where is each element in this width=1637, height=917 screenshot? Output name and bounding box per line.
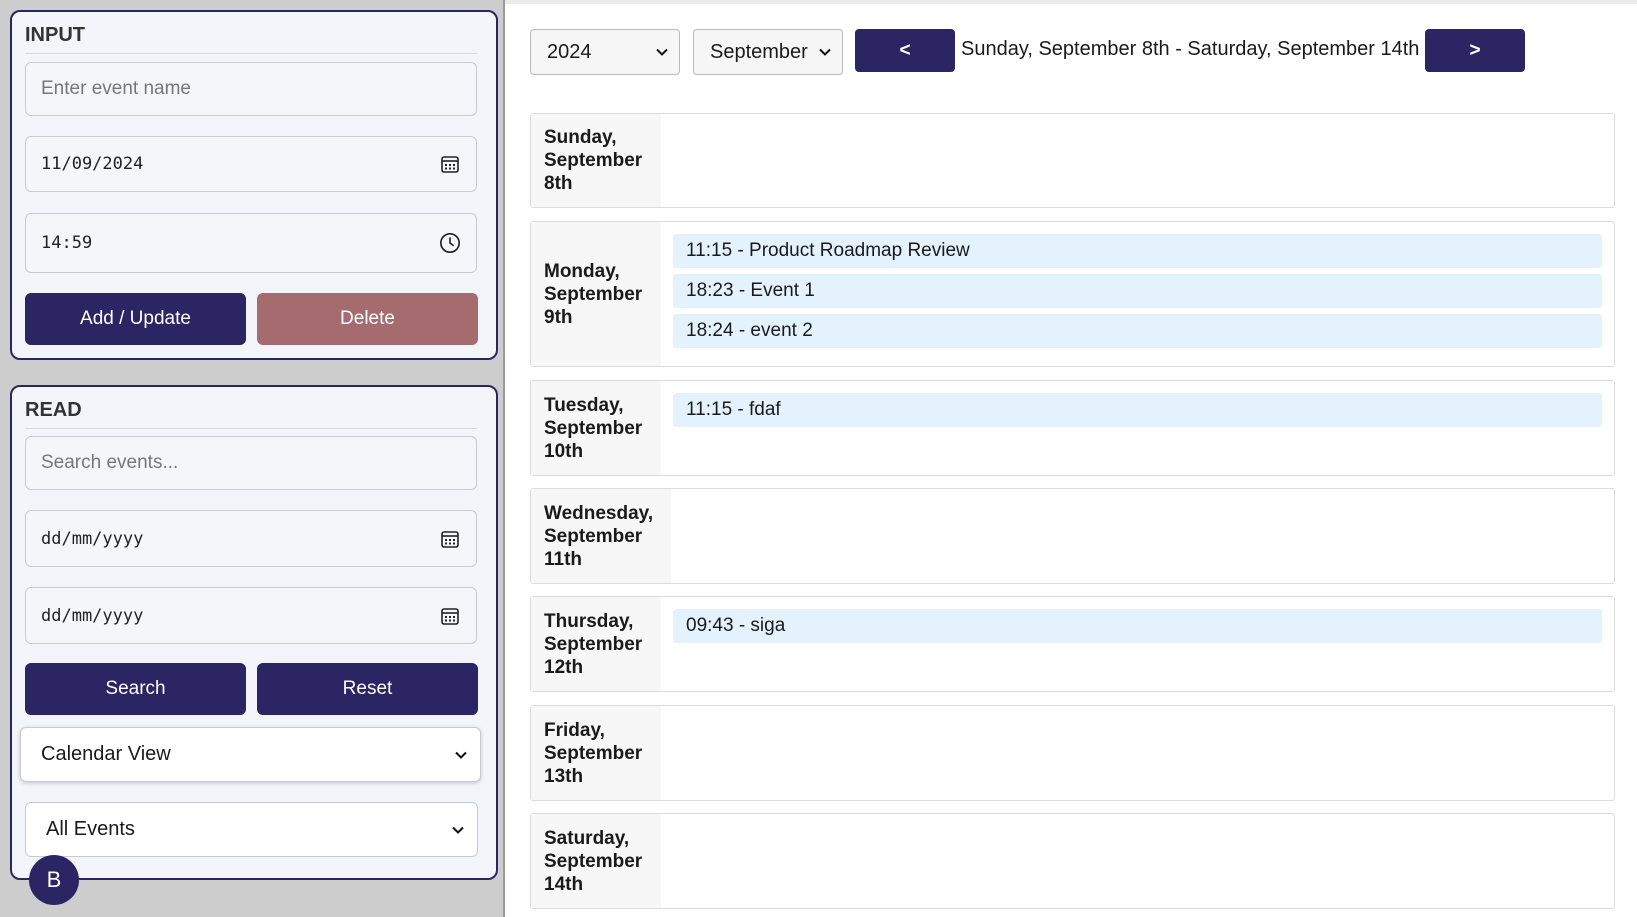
event-item[interactable]: 18:24 - event 2	[673, 314, 1602, 348]
day-label-line: Thursday,	[544, 610, 634, 632]
calendar-icon[interactable]	[439, 605, 461, 627]
input-panel-title: INPUT	[25, 24, 477, 54]
search-events-placeholder: Search events...	[41, 452, 179, 473]
event-time-value: 14:59	[41, 233, 93, 253]
day-label-line: 8th	[544, 173, 573, 194]
event-date-input[interactable]: 11/09/2024	[25, 136, 477, 192]
event-item[interactable]: 11:15 - Product Roadmap Review	[673, 234, 1602, 268]
event-name-placeholder: Enter event name	[41, 78, 191, 99]
day-label: Friday, September 13th	[531, 706, 661, 800]
day-row-monday: Monday, September 9th 11:15 - Product Ro…	[530, 221, 1615, 367]
day-label-line: Tuesday,	[544, 394, 624, 416]
chevron-down-icon	[656, 48, 668, 56]
top-divider	[505, 0, 1637, 4]
chevron-down-icon	[819, 48, 831, 56]
from-date-input[interactable]: dd/mm/yyyy	[25, 510, 477, 567]
event-item[interactable]: 09:43 - siga	[673, 609, 1602, 643]
to-date-placeholder: dd/mm/yyyy	[41, 605, 144, 626]
day-label-line: Wednesday,	[544, 502, 654, 524]
day-label-line: 14th	[544, 873, 584, 895]
month-select-value: September	[710, 40, 808, 63]
sidebar: INPUT Enter event name 11/09/2024 14:59 …	[0, 0, 505, 917]
day-label: Wednesday, September 11th	[531, 489, 671, 583]
year-select-value: 2024	[547, 40, 592, 63]
reset-button[interactable]: Reset	[257, 663, 478, 715]
day-label-line: 11th	[544, 548, 583, 570]
day-label-line: 10th	[544, 440, 584, 462]
prev-week-button[interactable]: <	[855, 29, 955, 72]
day-label-line: September	[544, 525, 643, 547]
day-label: Monday, September 9th	[531, 222, 661, 366]
day-label-line: Saturday,	[544, 827, 630, 849]
day-label: Saturday, September 14th	[531, 814, 661, 908]
day-row-thursday: Thursday, September 12th 09:43 - siga	[530, 596, 1615, 692]
week-range-label: Sunday, September 8th - Saturday, Septem…	[961, 38, 1420, 60]
event-list: 11:15 - fdaf	[673, 393, 1602, 433]
delete-button[interactable]: Delete	[257, 293, 478, 345]
filter-select[interactable]: All Events	[25, 802, 478, 857]
day-row-sunday: Sunday, September 8th	[530, 113, 1615, 208]
day-label-line: 13th	[544, 765, 584, 787]
day-label-line: September	[544, 850, 643, 872]
avatar[interactable]: B	[29, 855, 79, 905]
day-label-line: September	[544, 150, 643, 171]
read-panel: READ Search events... dd/mm/yyyy dd/mm/y…	[10, 385, 498, 880]
day-row-tuesday: Tuesday, September 10th 11:15 - fdaf	[530, 380, 1615, 476]
clock-icon[interactable]	[439, 232, 461, 254]
add-update-button[interactable]: Add / Update	[25, 293, 246, 345]
chevron-down-icon	[452, 826, 464, 834]
day-label-line: September	[544, 742, 643, 764]
event-list: 11:15 - Product Roadmap Review 18:23 - E…	[673, 234, 1602, 354]
chevron-down-icon	[455, 751, 467, 759]
event-item[interactable]: 18:23 - Event 1	[673, 274, 1602, 308]
search-events-input[interactable]: Search events...	[25, 436, 477, 490]
event-time-input[interactable]: 14:59	[25, 213, 477, 273]
filter-select-value: All Events	[46, 818, 135, 840]
year-select[interactable]: 2024	[530, 29, 680, 75]
to-date-input[interactable]: dd/mm/yyyy	[25, 587, 477, 644]
next-week-button[interactable]: >	[1425, 29, 1525, 72]
day-label-line: 9th	[544, 306, 573, 328]
day-label-line: 12th	[544, 656, 584, 678]
read-panel-title: READ	[25, 399, 477, 429]
event-name-input[interactable]: Enter event name	[25, 62, 477, 116]
day-row-friday: Friday, September 13th	[530, 705, 1615, 801]
view-select-value: Calendar View	[41, 743, 171, 765]
day-label: Thursday, September 12th	[531, 597, 661, 691]
view-select[interactable]: Calendar View	[20, 727, 481, 782]
day-row-wednesday: Wednesday, September 11th	[530, 488, 1615, 584]
search-button[interactable]: Search	[25, 663, 246, 715]
day-label-line: Sunday,	[544, 127, 617, 148]
day-label-line: Friday,	[544, 719, 605, 741]
event-item[interactable]: 11:15 - fdaf	[673, 393, 1602, 427]
day-label: Tuesday, September 10th	[531, 381, 661, 475]
month-select[interactable]: September	[693, 29, 843, 75]
day-label-line: Monday,	[544, 260, 620, 282]
day-label-line: September	[544, 633, 643, 655]
from-date-placeholder: dd/mm/yyyy	[41, 528, 144, 549]
calendar-icon[interactable]	[439, 528, 461, 550]
event-list: 09:43 - siga	[673, 609, 1602, 649]
day-label-line: September	[544, 417, 643, 439]
day-label: Sunday, September 8th	[531, 114, 661, 207]
day-row-saturday: Saturday, September 14th	[530, 813, 1615, 909]
calendar-icon[interactable]	[439, 153, 461, 175]
input-panel: INPUT Enter event name 11/09/2024 14:59 …	[10, 10, 498, 360]
day-label-line: September	[544, 283, 643, 305]
event-date-value: 11/09/2024	[41, 154, 144, 174]
